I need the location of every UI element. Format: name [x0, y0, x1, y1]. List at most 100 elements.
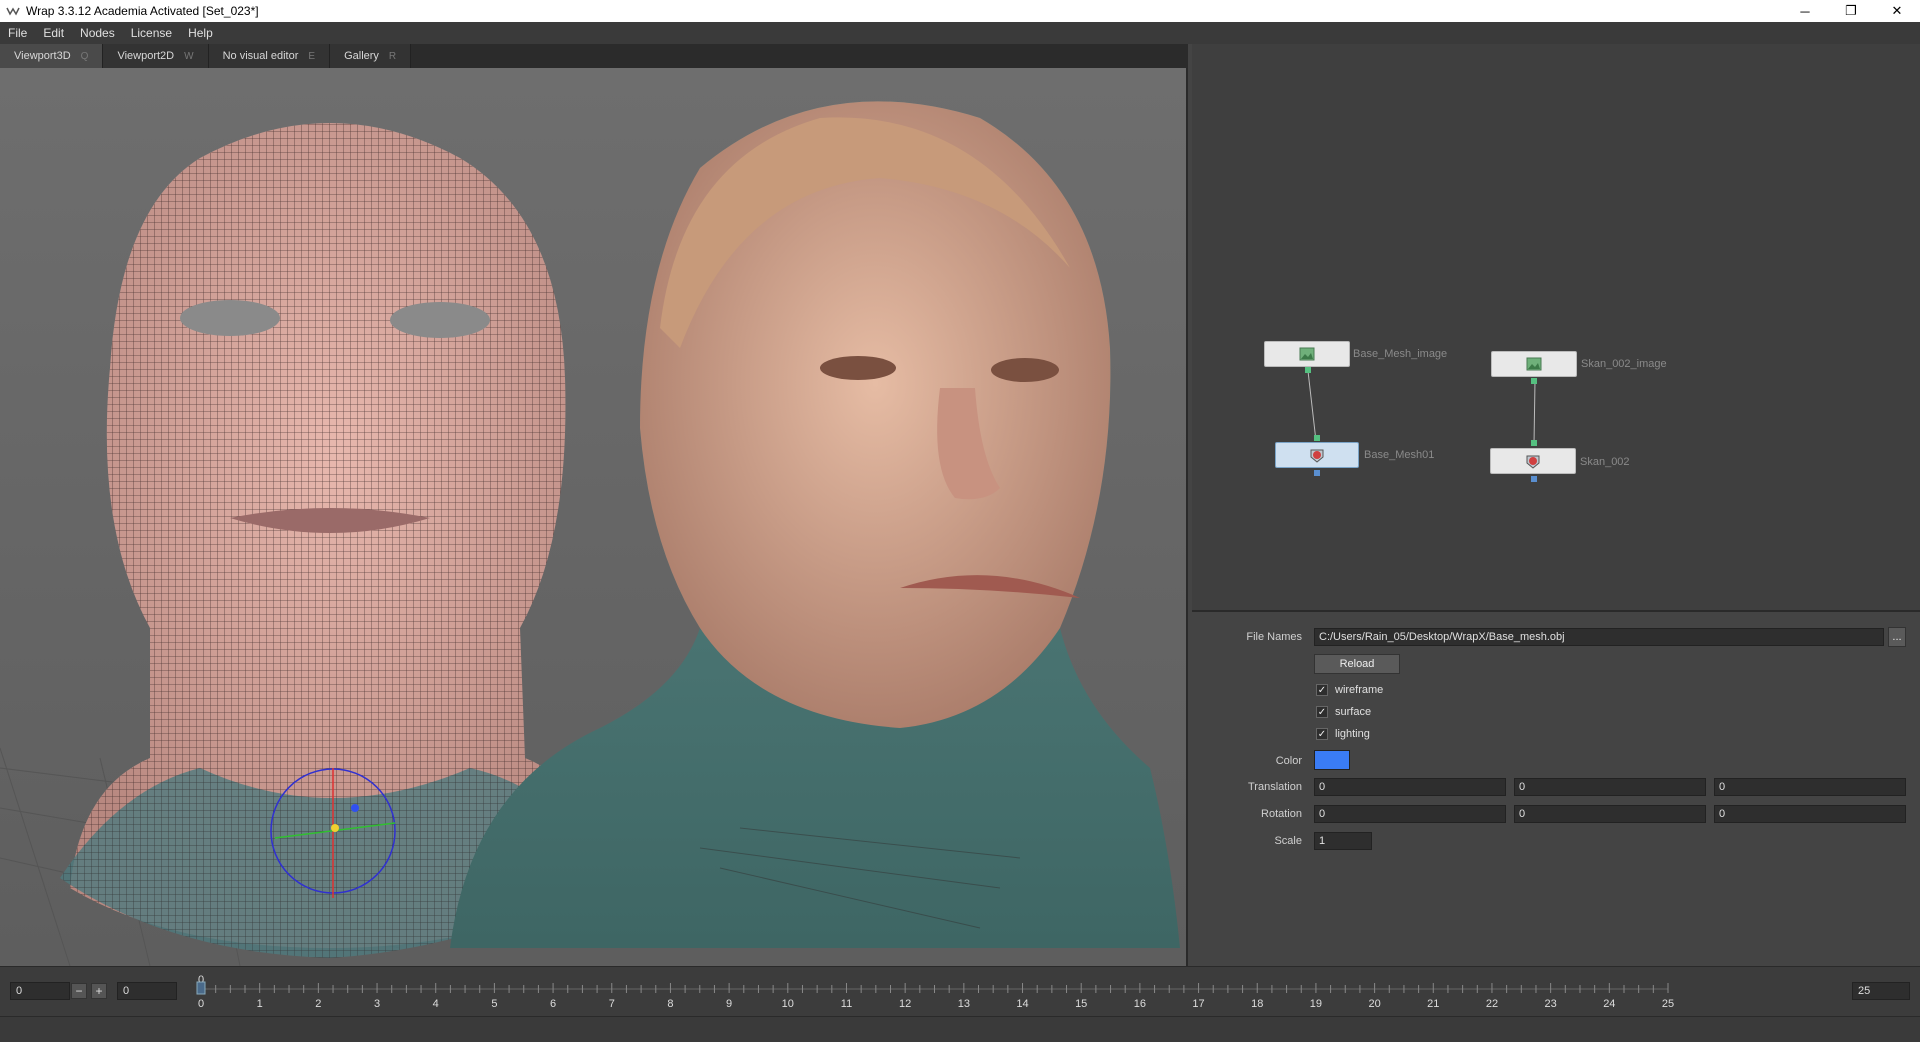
timeline-ruler[interactable]: 0 1 2 3 4 5 6 7 8 9 10 11 12 13 14 15 16 17 18 19 20 21 22 23 24… [180, 969, 1820, 1015]
node-editor[interactable]: Base_Mesh_image Base_Mesh01 Skan_002_ima… [1192, 44, 1920, 612]
close-button[interactable]: ✕ [1874, 0, 1920, 22]
lighting-checkbox[interactable]: ✓ lighting [1316, 728, 1370, 740]
surface-checkbox[interactable]: ✓ surface [1316, 706, 1371, 718]
status-bar [0, 1016, 1920, 1042]
checkbox-label: surface [1335, 706, 1372, 718]
maximize-button[interactable]: ❐ [1828, 0, 1874, 22]
tab-shortcut: W [184, 50, 194, 62]
timeline: 0 − + 0 0 0 1 2 3 4 5 6 7 8 9 10 11 12 13 14 15 16 17 18 19… [0, 966, 1920, 1016]
rotation-y-field[interactable]: 0 [1514, 805, 1706, 823]
scale-field[interactable]: 1 [1314, 832, 1372, 850]
menu-file[interactable]: File [0, 26, 35, 40]
translation-z-field[interactable]: 0 [1714, 778, 1906, 796]
app-icon [6, 7, 20, 16]
menu-nodes[interactable]: Nodes [72, 26, 123, 40]
tick-label: 5 [491, 998, 497, 1010]
tick-label: 0 [198, 998, 204, 1010]
image-icon [1299, 347, 1315, 361]
translation-y-field[interactable]: 0 [1514, 778, 1706, 796]
tick-label: 25 [1662, 998, 1674, 1010]
tab-no-visual-editor[interactable]: No visual editor E [208, 44, 331, 68]
title-bar: Wrap 3.3.12 Academia Activated [Set_023*… [0, 0, 1920, 22]
tick-label: 11 [841, 998, 852, 1010]
tick-label: 15 [1075, 998, 1087, 1010]
end-frame-field[interactable]: 25 [1852, 982, 1910, 1000]
node-label-base-mesh: Base_Mesh01 [1364, 449, 1435, 461]
browse-button[interactable]: ... [1888, 627, 1906, 647]
tick-label: 24 [1603, 998, 1615, 1010]
wireframe-checkbox[interactable]: ✓ wireframe [1316, 684, 1383, 696]
tick-label: 20 [1368, 998, 1380, 1010]
node-connections [1307, 370, 1536, 445]
node-base-mesh-image[interactable] [1264, 341, 1350, 367]
tick-label: 9 [726, 998, 732, 1010]
scale-label: Scale [1274, 835, 1302, 847]
node-label-scan-image: Skan_002_image [1581, 358, 1667, 370]
close-icon: ✕ [1891, 3, 1903, 18]
tab-label: Viewport3D [14, 50, 71, 62]
tick-label: 23 [1545, 998, 1557, 1010]
node-label-base-image: Base_Mesh_image [1353, 348, 1448, 360]
color-label: Color [1275, 755, 1302, 767]
tick-label: 8 [667, 998, 673, 1010]
tick-label: 16 [1134, 998, 1146, 1010]
tick-label: 14 [1016, 998, 1028, 1010]
tick-label: 7 [609, 998, 615, 1010]
file-names-field[interactable]: C:/Users/Rain_05/Desktop/WrapX/Base_mesh… [1314, 628, 1884, 646]
properties-panel: File Names C:/Users/Rain_05/Desktop/Wrap… [1192, 614, 1920, 966]
mesh-icon [1526, 455, 1540, 469]
node-base-mesh[interactable] [1275, 442, 1359, 468]
maximize-icon: ❐ [1845, 3, 1857, 18]
tick-label: 4 [433, 998, 439, 1010]
menu-bar: File Edit Nodes License Help [0, 22, 1920, 44]
viewport-scene [0, 101, 1180, 966]
input-port[interactable] [1314, 435, 1320, 441]
start-frame-field[interactable]: 0 [10, 982, 70, 1000]
tab-label: No visual editor [222, 50, 299, 62]
tab-viewport3d[interactable]: Viewport3D Q [0, 44, 104, 68]
output-port[interactable] [1305, 367, 1311, 373]
tab-shortcut: R [388, 50, 397, 62]
node-label-scan-mesh: Skan_002 [1580, 456, 1630, 468]
input-port[interactable] [1531, 440, 1537, 446]
increment-button[interactable]: + [91, 983, 107, 999]
tab-shortcut: Q [80, 50, 89, 62]
tick-label: 19 [1310, 998, 1322, 1010]
menu-license[interactable]: License [123, 26, 180, 40]
checkbox-box: ✓ [1316, 706, 1328, 718]
checkbox-label: lighting [1335, 728, 1370, 740]
decrement-button[interactable]: − [71, 983, 87, 999]
tick-label: 3 [374, 998, 380, 1010]
tab-gallery[interactable]: Gallery R [330, 44, 412, 68]
output-port[interactable] [1531, 378, 1537, 384]
menu-edit[interactable]: Edit [35, 26, 72, 40]
tab-shortcut: E [308, 50, 316, 62]
image-icon [1526, 357, 1542, 371]
tick-label: 17 [1192, 998, 1204, 1010]
reload-button[interactable]: Reload [1314, 654, 1400, 674]
file-names-label: File Names [1246, 631, 1302, 643]
minimize-button[interactable]: ─ [1782, 0, 1828, 22]
tab-label: Gallery [344, 50, 379, 62]
translation-x-field[interactable]: 0 [1314, 778, 1506, 796]
viewport-3d[interactable] [0, 68, 1188, 966]
tick-label: 2 [315, 998, 321, 1010]
rotation-x-field[interactable]: 0 [1314, 805, 1506, 823]
playhead[interactable] [196, 981, 206, 995]
window-title: Wrap 3.3.12 Academia Activated [Set_023*… [26, 4, 259, 18]
color-swatch[interactable] [1314, 750, 1350, 770]
tick-label: 21 [1427, 998, 1439, 1010]
node-scan-image[interactable] [1491, 351, 1577, 377]
tab-label: Viewport2D [117, 50, 175, 62]
tab-viewport2d[interactable]: Viewport2D W [103, 44, 209, 68]
rotation-z-field[interactable]: 0 [1714, 805, 1906, 823]
menu-help[interactable]: Help [180, 26, 221, 40]
current-frame-field[interactable]: 0 [117, 982, 177, 1000]
tick-label: 1 [257, 998, 263, 1010]
checkbox-box: ✓ [1316, 684, 1328, 696]
translation-label: Translation [1247, 781, 1302, 793]
output-port[interactable] [1531, 476, 1537, 482]
node-scan-mesh[interactable] [1490, 448, 1576, 474]
output-port[interactable] [1314, 470, 1320, 476]
tick-label: 12 [899, 998, 911, 1010]
